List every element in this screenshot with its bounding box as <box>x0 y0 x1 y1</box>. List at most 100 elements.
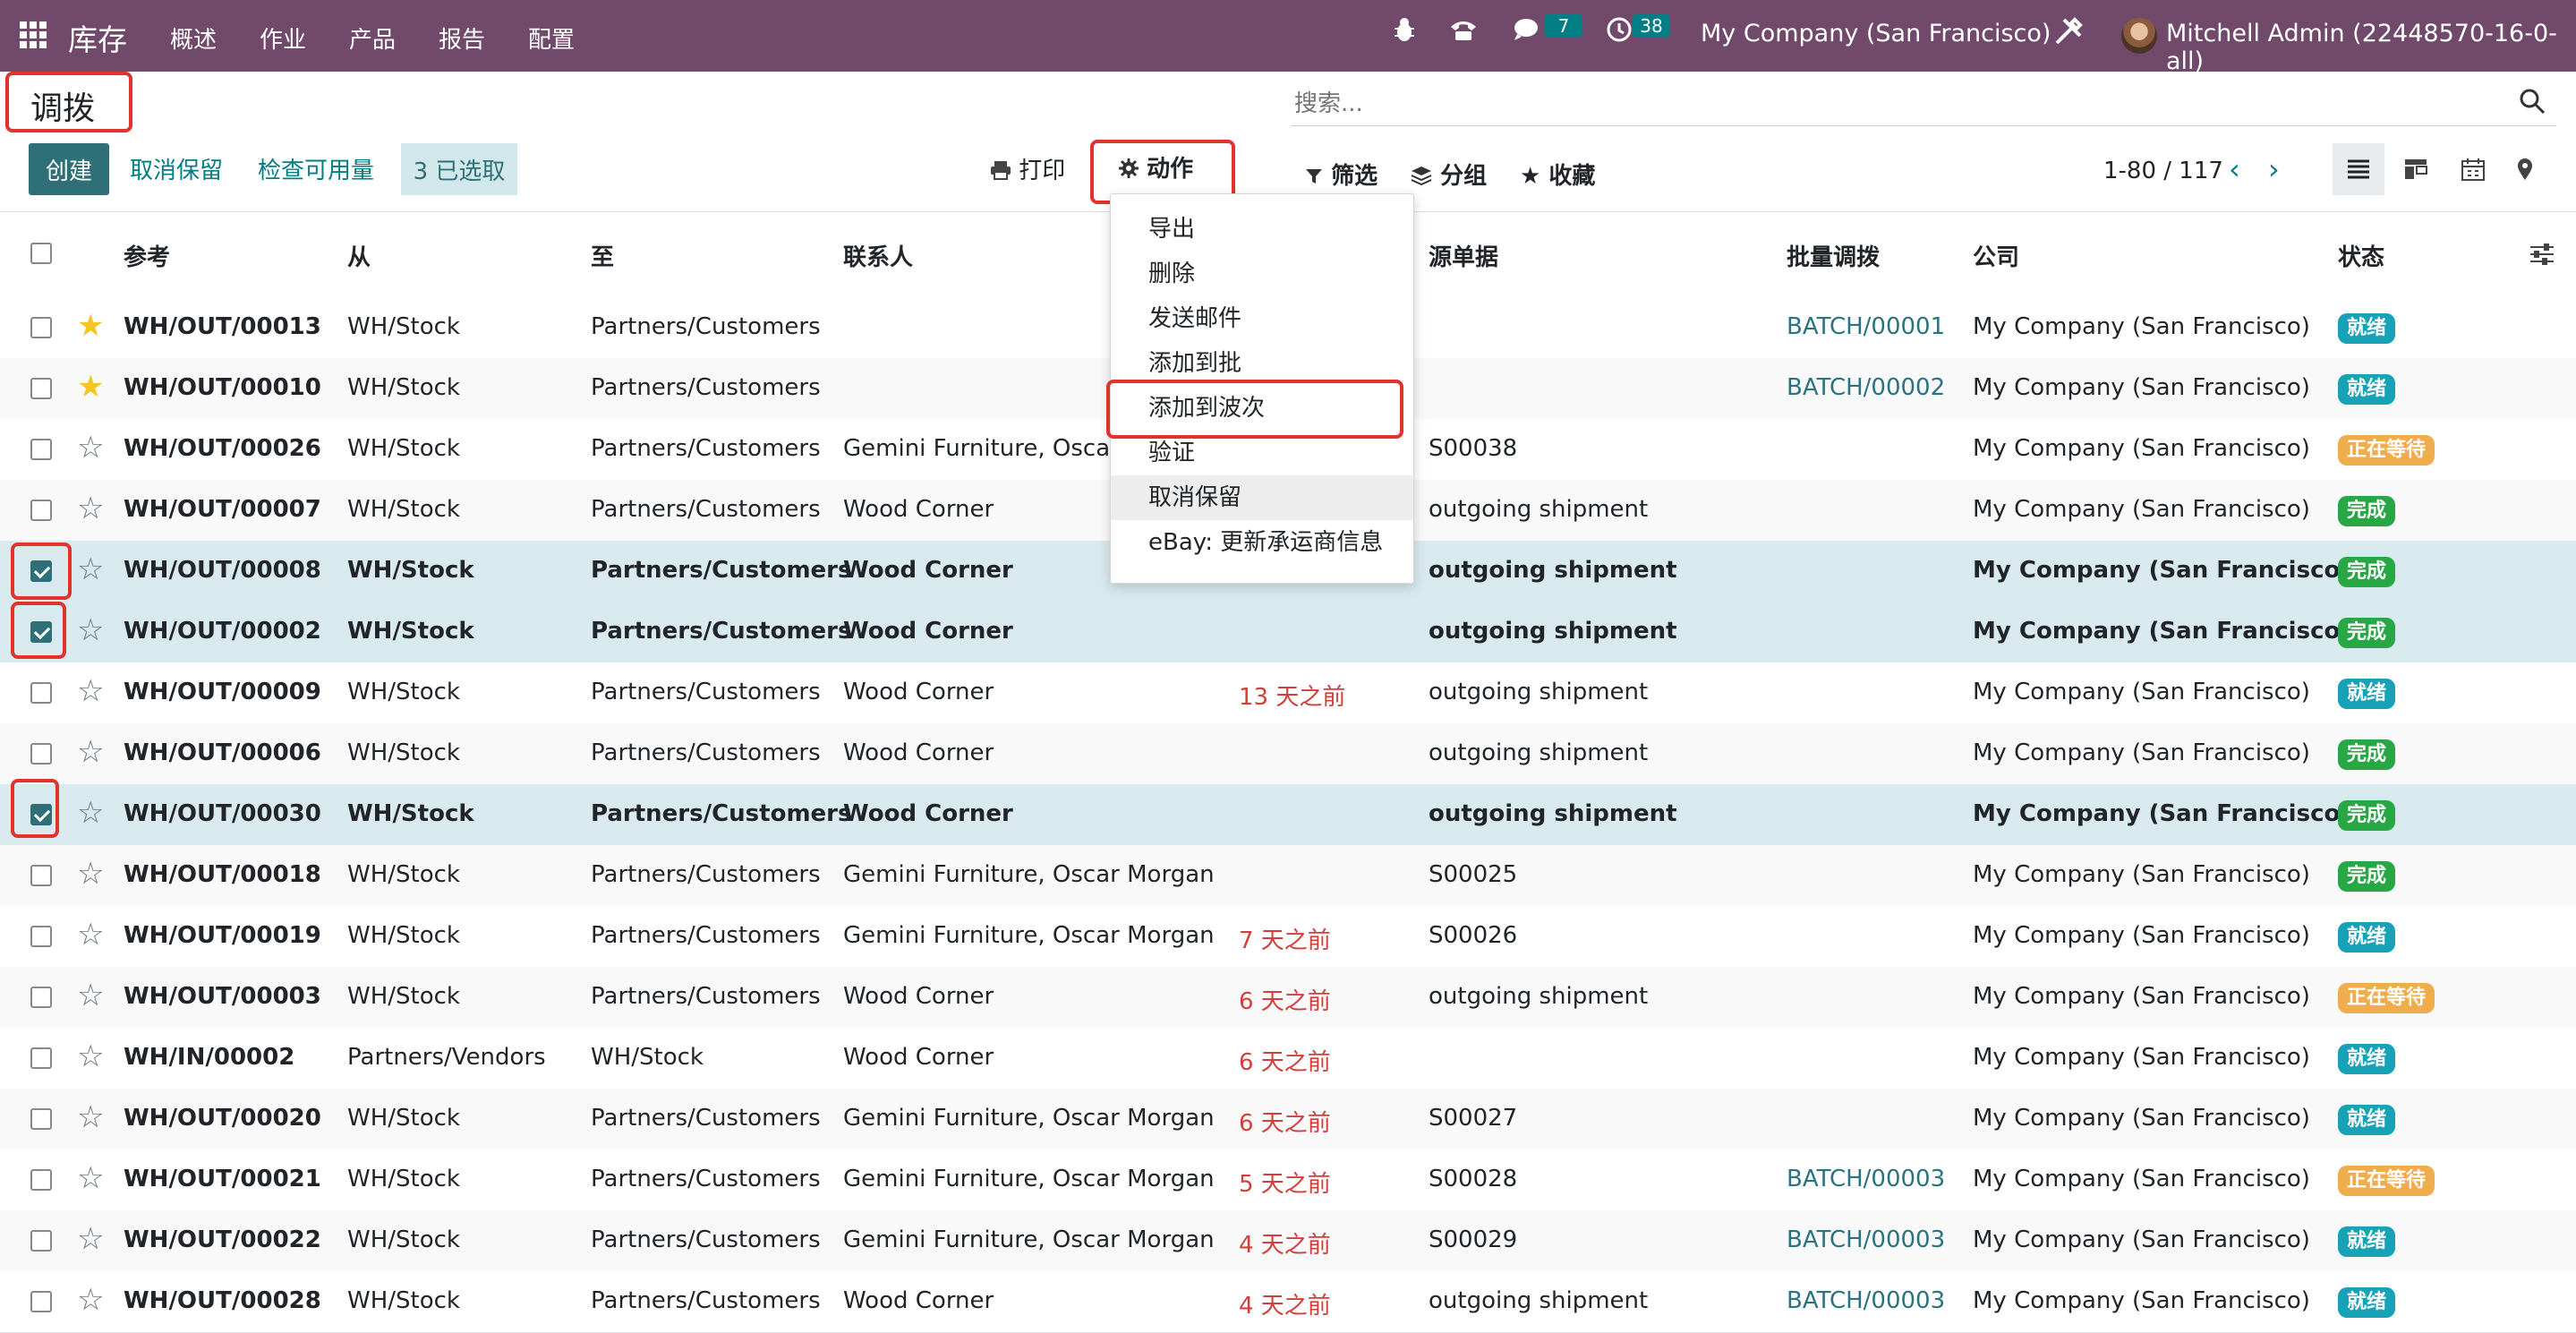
priority-star-icon[interactable]: ☆ <box>77 797 104 829</box>
column-contact[interactable]: 联系人 <box>843 239 913 272</box>
table-row[interactable]: ☆ WH/OUT/00021 WH/Stock Partners/Customers G… <box>0 1149 2576 1211</box>
priority-star-icon[interactable]: ★ <box>77 310 104 342</box>
debug-bug-icon[interactable] <box>1393 16 1416 50</box>
column-batch-transfer[interactable]: 批量调拨 <box>1787 239 1880 272</box>
row-checkbox[interactable] <box>30 865 52 886</box>
column-reference[interactable]: 参考 <box>124 239 170 272</box>
menu-item-export[interactable]: 导出 <box>1111 207 1413 252</box>
print-button[interactable]: 打印 <box>990 152 1065 185</box>
table-row[interactable]: ☆ WH/IN/00002 Partners/Vendors WH/Stock Wood… <box>0 1028 2576 1089</box>
table-row[interactable]: ☆ WH/OUT/00028 WH/Stock Partners/Customers W… <box>0 1271 2576 1333</box>
menu-products[interactable]: 产品 <box>349 21 396 55</box>
column-status[interactable]: 状态 <box>2338 239 2384 272</box>
table-row[interactable]: ☆ WH/OUT/00018 WH/Stock Partners/Customers G… <box>0 845 2576 907</box>
unreserve-button[interactable]: 取消保留 <box>130 152 223 185</box>
row-checkbox[interactable] <box>30 439 52 460</box>
batch-transfer-cell[interactable]: BATCH/00003 <box>1787 1287 1945 1314</box>
row-checkbox[interactable] <box>30 621 52 643</box>
row-checkbox[interactable] <box>30 1108 52 1130</box>
priority-star-icon[interactable]: ☆ <box>77 1162 104 1194</box>
priority-star-icon[interactable]: ☆ <box>77 675 104 707</box>
select-all-checkbox[interactable] <box>30 243 52 264</box>
priority-star-icon[interactable]: ☆ <box>77 1101 104 1133</box>
search-icon[interactable] <box>2519 88 2549 118</box>
menu-overview[interactable]: 概述 <box>170 21 217 55</box>
table-row[interactable]: ☆ WH/OUT/00020 WH/Stock Partners/Customers G… <box>0 1089 2576 1150</box>
column-company[interactable]: 公司 <box>1973 239 2019 272</box>
user-menu[interactable]: Mitchell Admin (22448570-16-0-all) <box>2166 20 2576 75</box>
row-checkbox[interactable] <box>30 560 52 582</box>
row-checkbox[interactable] <box>30 500 52 521</box>
company-switcher[interactable]: My Company (San Francisco) <box>1701 20 2051 47</box>
priority-star-icon[interactable]: ☆ <box>77 432 104 464</box>
optional-columns-icon[interactable] <box>2529 243 2555 269</box>
priority-star-icon[interactable]: ☆ <box>77 979 104 1012</box>
table-row[interactable]: ☆ WH/OUT/00030 WH/Stock Partners/Customers W… <box>0 784 2576 846</box>
pager-value[interactable]: 1-80 / 117 <box>2103 158 2223 184</box>
menu-item-send-email[interactable]: 发送邮件 <box>1111 296 1413 341</box>
priority-star-icon[interactable]: ☆ <box>77 919 104 951</box>
priority-star-icon[interactable]: ☆ <box>77 1040 104 1072</box>
row-checkbox[interactable] <box>30 1230 52 1252</box>
row-checkbox[interactable] <box>30 1169 52 1191</box>
create-button[interactable]: 创建 <box>29 143 109 195</box>
column-source-document[interactable]: 源单据 <box>1429 239 1498 272</box>
priority-star-icon[interactable]: ☆ <box>77 736 104 768</box>
table-row[interactable]: ☆ WH/OUT/00006 WH/Stock Partners/Customers W… <box>0 723 2576 785</box>
kanban-view-icon[interactable] <box>2390 143 2442 195</box>
column-to[interactable]: 至 <box>591 239 614 272</box>
activity-clock-icon[interactable] <box>1606 16 1633 50</box>
table-row[interactable]: ☆ WH/OUT/00002 WH/Stock Partners/Customers W… <box>0 602 2576 663</box>
chat-icon[interactable] <box>1513 16 1543 50</box>
priority-star-icon[interactable]: ★ <box>77 371 104 403</box>
pager-next-icon[interactable]: › <box>2268 152 2280 186</box>
priority-star-icon[interactable]: ☆ <box>77 614 104 646</box>
row-checkbox[interactable] <box>30 1047 52 1069</box>
app-brand[interactable]: 库存 <box>68 16 127 59</box>
batch-transfer-cell[interactable]: BATCH/00003 <box>1787 1166 1945 1192</box>
menu-item-unreserve[interactable]: 取消保留 <box>1111 475 1413 520</box>
list-view-icon[interactable] <box>2333 143 2384 195</box>
row-checkbox[interactable] <box>30 317 52 338</box>
batch-transfer-cell[interactable]: BATCH/00002 <box>1787 374 1945 401</box>
menu-reporting[interactable]: 报告 <box>439 21 485 55</box>
user-avatar[interactable] <box>2121 18 2157 54</box>
menu-configuration[interactable]: 配置 <box>528 21 575 55</box>
priority-star-icon[interactable]: ☆ <box>77 1284 104 1316</box>
action-button[interactable]: 动作 <box>1119 150 1193 184</box>
table-row[interactable]: ☆ WH/OUT/00009 WH/Stock Partners/Customers W… <box>0 662 2576 724</box>
search-input[interactable] <box>1292 86 2486 122</box>
table-row[interactable]: ☆ WH/OUT/00022 WH/Stock Partners/Customers G… <box>0 1210 2576 1272</box>
row-checkbox[interactable] <box>30 987 52 1008</box>
column-from[interactable]: 从 <box>347 239 371 272</box>
check-availability-button[interactable]: 检查可用量 <box>258 152 374 185</box>
row-checkbox[interactable] <box>30 1291 52 1312</box>
priority-star-icon[interactable]: ☆ <box>77 492 104 525</box>
menu-item-add-to-batch[interactable]: 添加到批 <box>1111 341 1413 386</box>
group-by-button[interactable]: 分组 <box>1411 158 1487 191</box>
settings-tools-icon[interactable] <box>2053 16 2084 54</box>
filter-button[interactable]: 筛选 <box>1305 158 1378 191</box>
menu-operations[interactable]: 作业 <box>260 21 306 55</box>
row-checkbox[interactable] <box>30 378 52 399</box>
row-checkbox[interactable] <box>30 743 52 765</box>
priority-star-icon[interactable]: ☆ <box>77 858 104 890</box>
priority-star-icon[interactable]: ☆ <box>77 553 104 585</box>
batch-transfer-cell[interactable]: BATCH/00003 <box>1787 1226 1945 1253</box>
priority-star-icon[interactable]: ☆ <box>77 1223 104 1255</box>
menu-item-validate[interactable]: 验证 <box>1111 431 1413 475</box>
pager-previous-icon[interactable]: ‹ <box>2229 152 2240 186</box>
menu-item-delete[interactable]: 删除 <box>1111 252 1413 296</box>
row-checkbox[interactable] <box>30 682 52 704</box>
menu-item-add-to-wave[interactable]: 添加到波次 <box>1111 386 1413 431</box>
phone-icon[interactable] <box>1448 16 1479 50</box>
app-grid-icon[interactable] <box>20 21 47 48</box>
table-row[interactable]: ☆ WH/OUT/00019 WH/Stock Partners/Customers G… <box>0 906 2576 968</box>
calendar-view-icon[interactable] <box>2447 143 2499 195</box>
favorites-button[interactable]: ★ 收藏 <box>1520 158 1595 191</box>
batch-transfer-cell[interactable]: BATCH/00001 <box>1787 313 1945 340</box>
map-view-icon[interactable] <box>2499 143 2551 195</box>
table-row[interactable]: ☆ WH/OUT/00003 WH/Stock Partners/Customers W… <box>0 967 2576 1029</box>
row-checkbox[interactable] <box>30 926 52 947</box>
row-checkbox[interactable] <box>30 804 52 825</box>
